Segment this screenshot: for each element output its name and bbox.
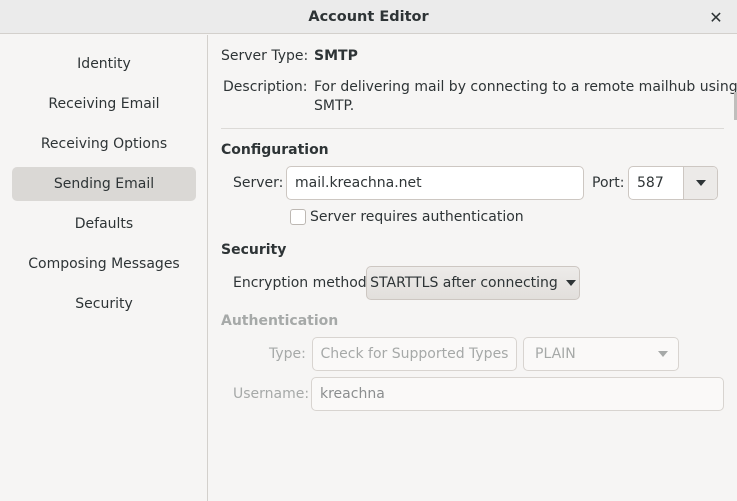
sidebar-item-defaults[interactable]: Defaults: [12, 207, 196, 241]
close-icon: ✕: [709, 7, 723, 27]
check-supported-types-button[interactable]: Check for Supported Types: [312, 337, 517, 371]
encryption-method-dropdown[interactable]: STARTTLS after connecting: [366, 266, 580, 300]
sidebar-item-sending-email[interactable]: Sending Email: [12, 167, 196, 201]
sidebar-item-security[interactable]: Security: [12, 287, 196, 321]
description-line-1: For delivering mail by connecting to a r…: [314, 79, 737, 95]
sidebar-item-receiving-email[interactable]: Receiving Email: [12, 87, 196, 121]
username-input[interactable]: kreachna: [311, 377, 724, 411]
chevron-down-icon: [658, 351, 668, 357]
chevron-down-icon: [695, 180, 706, 186]
sidebar: Identity Receiving Email Receiving Optio…: [0, 35, 208, 501]
sidebar-item-receiving-options[interactable]: Receiving Options: [12, 127, 196, 161]
settings-panel: Server Type: SMTP Description: For deliv…: [209, 35, 737, 501]
auth-type-value: PLAIN: [535, 346, 576, 362]
port-value[interactable]: 587: [629, 167, 683, 199]
server-type-value: SMTP: [314, 48, 358, 64]
description-line-2: SMTP.: [314, 98, 355, 114]
server-input-value: mail.kreachna.net: [295, 175, 422, 191]
close-button[interactable]: ✕: [705, 6, 727, 28]
port-dropdown-button[interactable]: [683, 167, 717, 199]
server-label: Server:: [233, 175, 284, 191]
check-supported-types-label: Check for Supported Types: [320, 346, 509, 362]
encryption-label: Encryption method:: [233, 275, 372, 291]
authentication-heading: Authentication: [221, 313, 339, 329]
sidebar-item-identity[interactable]: Identity: [12, 47, 196, 81]
encryption-method-value: STARTTLS after connecting: [370, 275, 558, 291]
auth-checkbox[interactable]: [290, 209, 306, 225]
server-type-label: Server Type:: [221, 48, 309, 64]
security-heading: Security: [221, 242, 287, 258]
window-title: Account Editor: [308, 8, 429, 25]
auth-checkbox-label[interactable]: Server requires authentication: [310, 209, 524, 225]
title-bar: Account Editor ✕: [0, 0, 737, 34]
description-label: Description:: [223, 79, 308, 95]
server-input[interactable]: mail.kreachna.net: [286, 166, 584, 200]
port-label: Port:: [592, 175, 625, 191]
auth-type-label: Type:: [269, 346, 306, 362]
username-label: Username:: [233, 386, 310, 402]
sidebar-item-composing-messages[interactable]: Composing Messages: [12, 247, 196, 281]
username-value: kreachna: [320, 386, 385, 402]
chevron-down-icon: [565, 280, 576, 286]
configuration-heading: Configuration: [221, 142, 329, 158]
divider: [221, 128, 724, 129]
auth-type-dropdown[interactable]: PLAIN: [523, 337, 679, 371]
port-combo[interactable]: 587: [628, 166, 718, 200]
